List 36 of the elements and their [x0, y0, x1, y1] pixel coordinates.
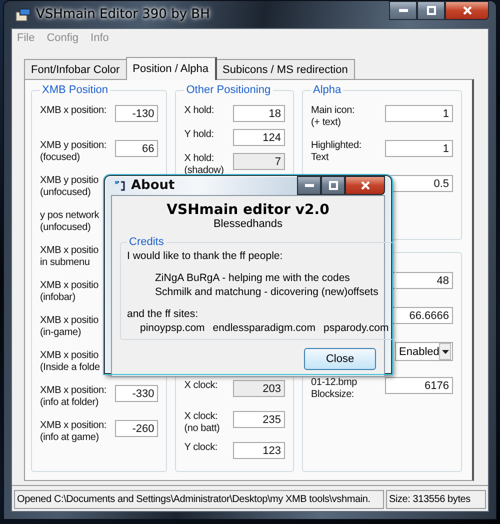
field-label: X hold: (shadow) — [184, 153, 224, 177]
field-label: XMB x positio (infobar) — [40, 280, 99, 304]
credits-text: and the ff sites: — [127, 308, 200, 320]
field-label: X clock: (no batt) — [184, 411, 220, 435]
dialog-title: About — [131, 178, 175, 193]
field-label: X hold: — [184, 105, 214, 117]
field-label: XMB x positio in submenu — [40, 245, 99, 269]
group-title: XMB Position — [41, 84, 110, 96]
credit-line: ZiNgA BuRgA - helping me with the codes — [154, 272, 351, 284]
field-label: XMB x positio (in-game) — [40, 315, 99, 339]
field-label: XMB x positio (Inside a folde — [40, 350, 100, 374]
field-label: XMB x position: — [40, 105, 106, 117]
status-size: Size: 313556 bytes — [386, 490, 486, 509]
group-title: Other Positioning — [185, 84, 272, 96]
app-name: VSHmain editor v2.0 — [166, 202, 330, 218]
field-label: XMB y positio (unfocused) — [40, 175, 99, 199]
site-name: psparody.com — [324, 322, 389, 334]
field-label: XMB y position: (focused) — [40, 140, 106, 164]
field-label: y pos network (unfocused) — [40, 210, 100, 234]
group-title: Alpha — [312, 84, 342, 96]
field-label: X clock: — [184, 380, 218, 392]
field-label: Y hold: — [184, 129, 214, 141]
field-label: 01-12.bmp Blocksize: — [311, 377, 358, 401]
field-label: XMB x position: (info at game) — [40, 420, 106, 444]
site-name: endlessparadigm.com — [212, 322, 316, 334]
window-title: VSHmain Editor 390 by BH — [36, 7, 210, 22]
site-name: pinoypsp.com — [140, 322, 205, 334]
credit-line: Schmilk and matchung - dicovering (new)offsets — [154, 286, 380, 298]
field-label: Y clock: — [184, 442, 218, 454]
group-title: Credits — [128, 236, 165, 248]
status-path: Opened C:\Documents and Settings\Administrator\Desktop\my XMB tools\vshmain. — [14, 490, 384, 509]
author-name: Blessedhands — [212, 218, 284, 230]
field-label: Highlighted: Text — [311, 140, 362, 164]
field-label: XMB x position: (info at folder) — [40, 385, 106, 409]
credits-text: I would like to thank the ff people: — [127, 250, 284, 262]
field-label: Main icon: (+ text) — [311, 105, 355, 129]
